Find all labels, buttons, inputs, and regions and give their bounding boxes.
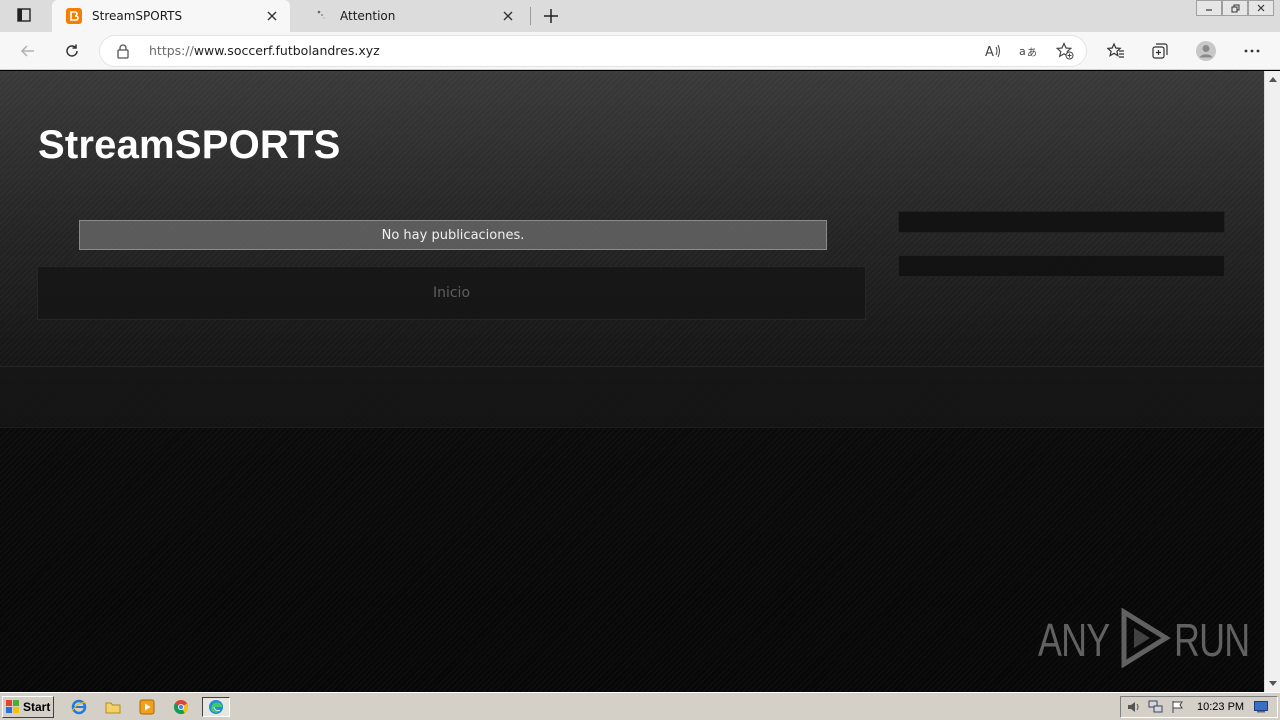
more-horizontal-icon <box>1244 49 1260 53</box>
collections-icon <box>1152 43 1168 59</box>
close-icon <box>267 11 277 21</box>
star-plus-icon <box>1056 42 1074 60</box>
translate-button[interactable]: aあ <box>1017 41 1039 61</box>
network-icon[interactable] <box>1147 699 1165 715</box>
speaker-icon[interactable] <box>1125 699 1143 715</box>
close-window-button[interactable] <box>1248 0 1274 16</box>
svg-text:a: a <box>1019 45 1026 58</box>
sidebar-widget <box>898 255 1225 277</box>
tab-streamsports[interactable]: StreamSPORTS <box>52 0 290 32</box>
media-player-icon[interactable] <box>136 697 158 717</box>
minimize-button[interactable] <box>1196 0 1222 16</box>
address-bar[interactable]: https://www.soccerf.futbolandres.xyz A a… <box>100 36 1086 66</box>
footer-band <box>0 366 1264 428</box>
tab-title: StreamSPORTS <box>92 9 183 23</box>
settings-menu-button[interactable] <box>1238 38 1266 64</box>
blog-title[interactable]: StreamSPORTS <box>38 123 341 168</box>
restore-button[interactable] <box>1222 0 1248 16</box>
url-host: www.soccerf.futbolandres.xyz <box>193 43 380 58</box>
tab-strip: StreamSPORTS Attention <box>0 0 1280 32</box>
profile-button[interactable] <box>1192 38 1220 64</box>
avatar-icon <box>1196 41 1216 61</box>
start-button[interactable]: Start <box>2 696 54 718</box>
translate-icon: aあ <box>1019 45 1037 59</box>
collections-button[interactable] <box>1146 38 1174 64</box>
windows-taskbar: Start 10:23 PM <box>0 692 1280 720</box>
caret-down-icon <box>1269 681 1277 686</box>
tab-divider <box>530 7 531 25</box>
home-link[interactable]: Inicio <box>433 285 470 301</box>
watermark-text-right: RUN <box>1173 614 1250 666</box>
favorites-icon <box>1107 42 1124 58</box>
system-tray: 10:23 PM <box>1120 696 1278 718</box>
anyrun-watermark: ANY RUN <box>1038 607 1264 672</box>
start-label: Start <box>23 700 51 714</box>
back-button[interactable] <box>14 38 42 64</box>
blogger-icon <box>66 8 82 24</box>
play-triangle-icon <box>1116 607 1172 672</box>
status-message: No hay publicaciones. <box>79 220 827 250</box>
svg-text:あ: あ <box>1027 47 1037 59</box>
action-center-flag-icon[interactable] <box>1169 699 1187 715</box>
tab-attention[interactable]: Attention <box>300 0 526 32</box>
close-icon <box>503 11 513 21</box>
favorites-button[interactable] <box>1102 38 1130 64</box>
read-aloud-icon: A <box>985 44 1000 59</box>
refresh-button[interactable] <box>58 38 86 64</box>
url-text: https://www.soccerf.futbolandres.xyz <box>149 43 380 58</box>
caret-up-icon <box>1269 77 1277 82</box>
edge-icon[interactable] <box>202 697 230 717</box>
browser-toolbar: https://www.soccerf.futbolandres.xyz A a… <box>0 32 1280 70</box>
taskbar-clock[interactable]: 10:23 PM <box>1197 701 1244 713</box>
tab-title: Attention <box>340 9 396 23</box>
url-scheme: https:// <box>149 43 194 58</box>
read-aloud-button[interactable]: A <box>982 41 1004 61</box>
scroll-down-button[interactable] <box>1265 676 1280 692</box>
window-controls <box>1196 0 1274 16</box>
new-tab-button[interactable] <box>540 5 562 27</box>
plus-icon <box>544 9 558 23</box>
scroll-up-button[interactable] <box>1265 71 1280 87</box>
windows-logo-icon <box>6 700 20 714</box>
tab-close-button[interactable] <box>498 6 518 26</box>
tab-close-button[interactable] <box>262 6 282 26</box>
refresh-icon <box>66 44 78 57</box>
blog-pager: Inicio <box>37 266 866 320</box>
svg-text:A: A <box>985 45 994 59</box>
restore-icon <box>1231 4 1239 12</box>
ie-icon[interactable] <box>68 697 90 717</box>
page-viewport: StreamSPORTS No hay publicaciones. Inici… <box>0 71 1264 692</box>
sidebar-widget <box>898 211 1225 233</box>
chrome-icon[interactable] <box>170 697 192 717</box>
tab-actions-button[interactable] <box>12 7 36 25</box>
lock-icon[interactable] <box>116 43 132 59</box>
back-arrow-icon <box>20 45 34 57</box>
loading-dots-icon <box>314 8 330 24</box>
watermark-text-left: ANY <box>1038 614 1110 666</box>
show-desktop-icon[interactable] <box>1252 699 1270 715</box>
folder-icon[interactable] <box>102 697 124 717</box>
page-scrollbar[interactable] <box>1264 71 1280 692</box>
add-favorite-button[interactable] <box>1054 41 1076 61</box>
tab-actions-icon <box>17 7 31 26</box>
minimize-icon <box>1206 9 1212 11</box>
close-icon <box>1257 4 1265 12</box>
